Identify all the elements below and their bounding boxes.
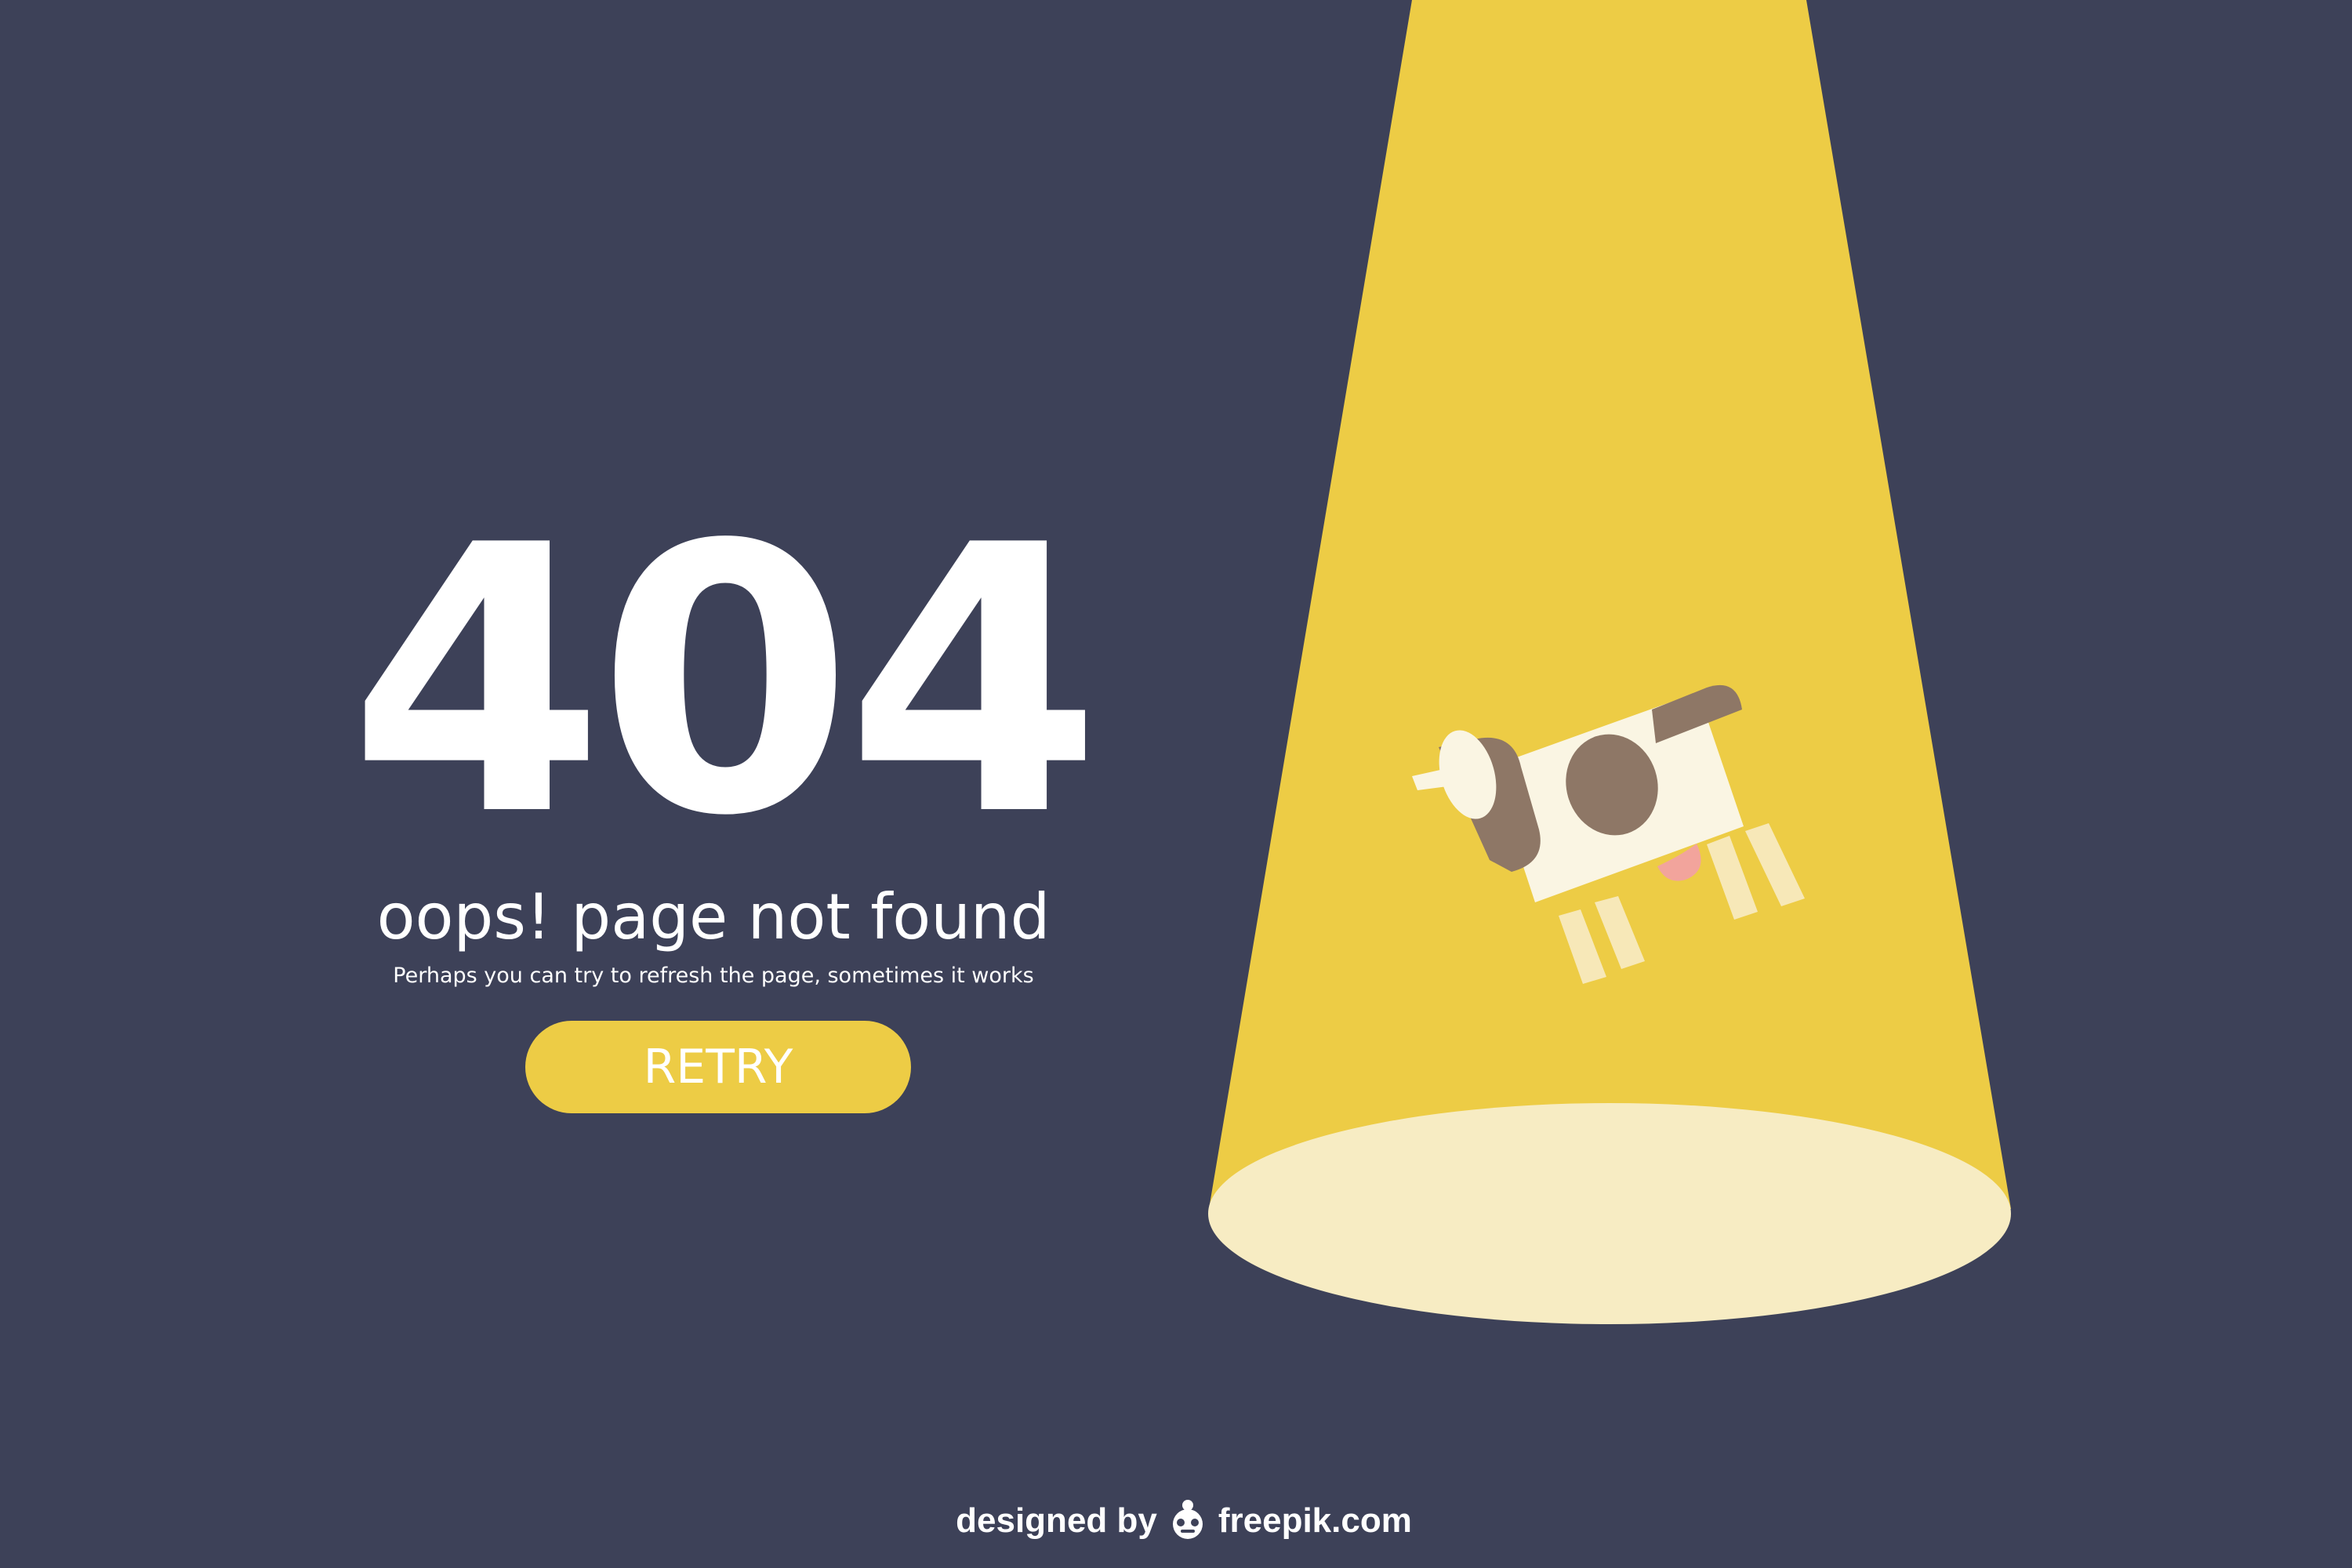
credit-line: designed by freepik.com	[941, 1494, 1427, 1548]
spotlight-icon	[1209, 0, 2011, 1209]
spotlight-floor	[1208, 1103, 2011, 1324]
error-code: 404	[348, 467, 1102, 896]
error-message-block: 404 oops! page not found Perhaps you can…	[337, 467, 1105, 1129]
credit-prefix: designed by	[956, 1501, 1157, 1540]
freepik-logo-icon	[1172, 1500, 1203, 1539]
error-subtitle: Perhaps you can try to refresh the page,…	[393, 964, 1034, 988]
retry-button[interactable]: RETRY	[525, 1021, 911, 1113]
not-found-page: 404 oops! page not found Perhaps you can…	[0, 0, 2352, 1568]
error-title: oops! page not found	[376, 880, 1051, 953]
credit-brand: freepik.com	[1218, 1501, 1412, 1540]
